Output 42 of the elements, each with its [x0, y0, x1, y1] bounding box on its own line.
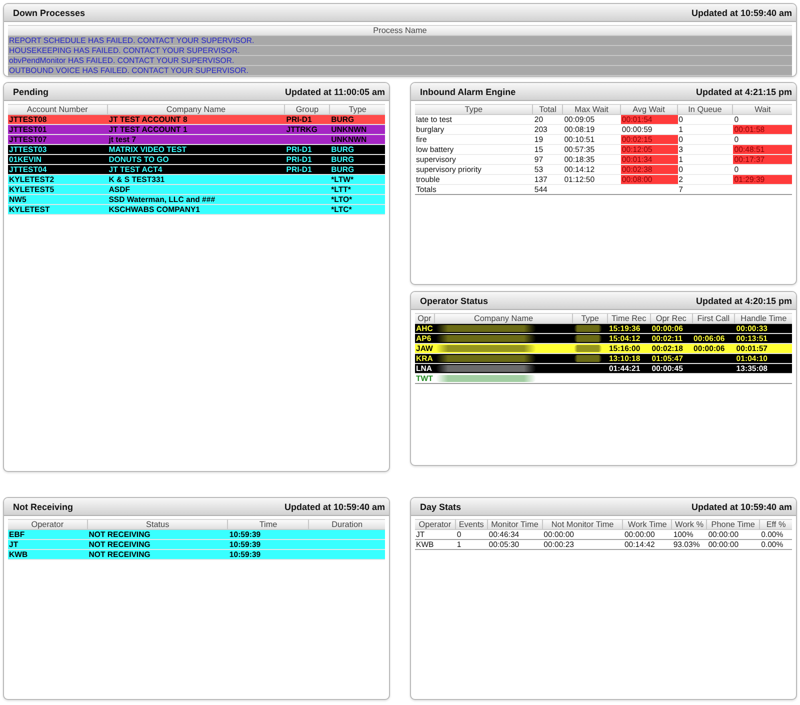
- column-header: Type: [415, 104, 534, 115]
- panel-title: Operator Status: [420, 296, 488, 306]
- updated-time: Updated at 10:59:40 am: [691, 8, 792, 18]
- column-header: Not Monitor Time: [542, 519, 624, 530]
- column-header: Group: [285, 104, 330, 115]
- column-header: Total: [533, 104, 564, 115]
- column-header: Eff %: [760, 519, 792, 530]
- panel-title: Day Stats: [420, 502, 462, 512]
- column-header: Wait: [733, 104, 792, 115]
- panel-title: Inbound Alarm Engine: [420, 86, 516, 96]
- column-header: Company Name: [434, 313, 574, 324]
- column-header: Duration: [309, 519, 385, 530]
- column-header: Process Name: [8, 25, 792, 36]
- updated-time: Updated at 10:59:40 am: [691, 502, 792, 512]
- column-header: First Call: [692, 313, 736, 324]
- column-header: Status: [88, 519, 228, 530]
- column-header: Type: [573, 313, 608, 324]
- column-header: Time Rec: [608, 313, 651, 324]
- column-header: In Queue: [678, 104, 734, 115]
- column-header: Type: [330, 104, 385, 115]
- panel-title: Down Processes: [13, 8, 86, 18]
- column-header: Max Wait: [563, 104, 621, 115]
- column-header: Work Time: [623, 519, 672, 530]
- column-header: Operator: [8, 519, 88, 530]
- column-header: Phone Time: [707, 519, 760, 530]
- column-header: Opr: [415, 313, 435, 324]
- column-header: Account Number: [8, 104, 108, 115]
- column-header: Avg Wait: [620, 104, 678, 115]
- updated-time: Updated at 4:21:15 pm: [696, 86, 792, 96]
- column-header: Events: [456, 519, 488, 530]
- column-header: Work %: [672, 519, 708, 530]
- column-header: Monitor Time: [488, 519, 543, 530]
- column-header: Operator: [415, 519, 456, 530]
- column-header: Time: [228, 519, 310, 530]
- column-header: Handle Time: [735, 313, 792, 324]
- updated-time: Updated at 4:20:15 pm: [696, 296, 792, 306]
- updated-time: Updated at 10:59:40 am: [284, 502, 385, 512]
- updated-time: Updated at 11:00:05 am: [284, 86, 385, 96]
- column-header: Opr Rec: [650, 313, 693, 324]
- panel-title: Pending: [13, 86, 48, 96]
- panel-title: Not Receiving: [13, 502, 74, 512]
- column-header: Company Name: [108, 104, 286, 115]
